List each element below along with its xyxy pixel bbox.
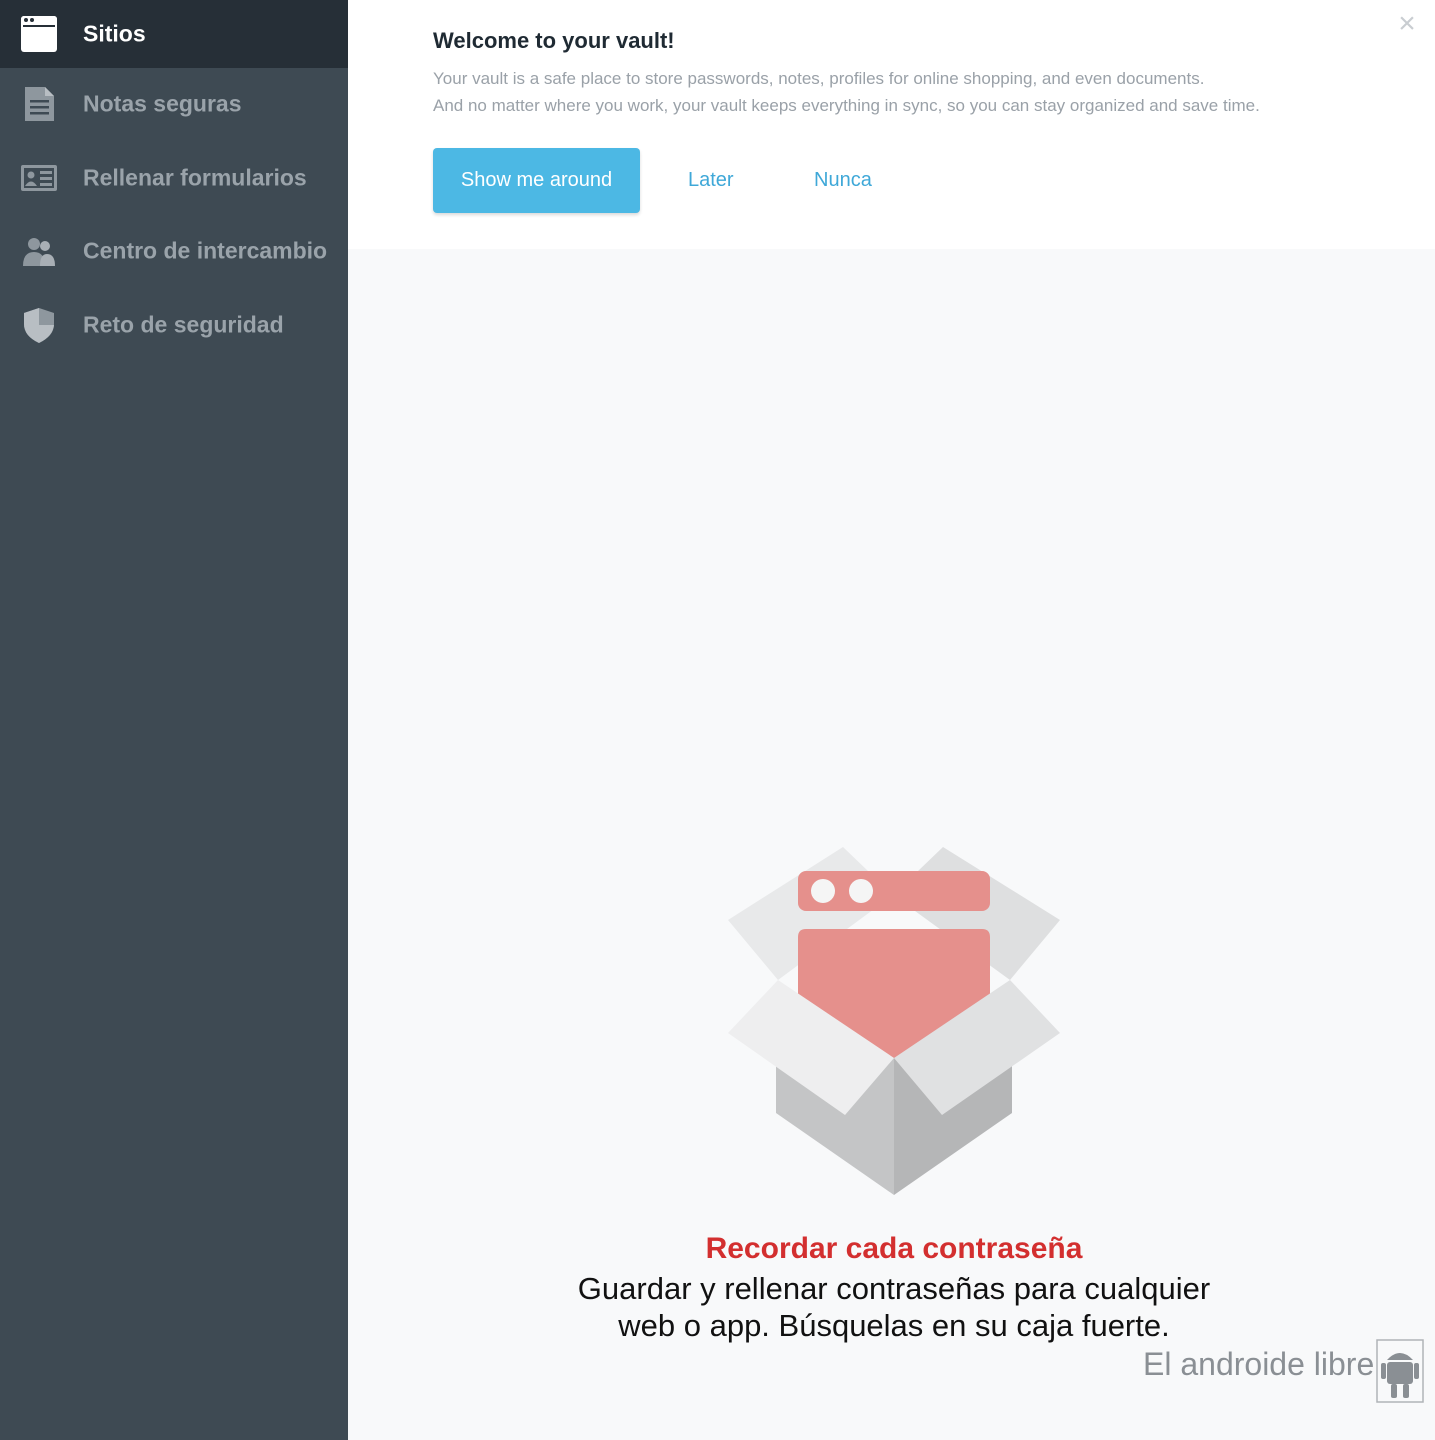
watermark-text: El androide libre: [1143, 1346, 1375, 1382]
shield-icon: [20, 306, 58, 344]
users-icon: [20, 232, 58, 270]
never-button[interactable]: Nunca: [814, 162, 872, 198]
sidebar-item-centro-de-intercambio[interactable]: Centro de intercambio: [0, 217, 348, 285]
watermark: El androide libre: [1143, 1338, 1428, 1404]
sidebar-item-label: Centro de intercambio: [83, 237, 328, 264]
close-icon[interactable]: ×: [1395, 9, 1419, 39]
later-button[interactable]: Later: [688, 162, 734, 198]
sidebar-item-reto-de-seguridad[interactable]: Reto de seguridad: [0, 291, 348, 359]
welcome-line-2: And no matter where you work, your vault…: [433, 96, 1260, 115]
welcome-title: Welcome to your vault!: [433, 28, 675, 53]
welcome-panel: Welcome to your vault! Your vault is a s…: [348, 0, 1435, 249]
sidebar-item-label: Sitios: [83, 20, 146, 47]
sidebar-item-label: Rellenar formularios: [83, 164, 307, 191]
android-mascot-icon: [1375, 1338, 1425, 1404]
id-card-icon: [20, 159, 58, 197]
note-document-icon: [20, 85, 58, 123]
sidebar-item-label: Reto de seguridad: [83, 311, 284, 338]
sidebar-item-sitios[interactable]: Sitios: [0, 0, 348, 68]
welcome-line-1: Your vault is a safe place to store pass…: [433, 69, 1205, 88]
sidebar-item-notas-seguras[interactable]: Notas seguras: [0, 70, 348, 138]
sidebar: Sitios Notas seguras Rellenar formulario…: [0, 0, 348, 1440]
sidebar-item-label: Notas seguras: [83, 90, 242, 117]
sidebar-item-rellenar-formularios[interactable]: Rellenar formularios: [0, 144, 348, 212]
empty-box-illustration: [720, 840, 1070, 1200]
empty-state-title: Recordar cada contraseña: [705, 1232, 1083, 1265]
browser-window-icon: [20, 15, 58, 53]
welcome-description: Your vault is a safe place to store pass…: [433, 65, 1423, 119]
show-me-around-button[interactable]: Show me around: [433, 148, 640, 213]
empty-state-description: Guardar y rellenar contraseñas para cual…: [577, 1271, 1211, 1343]
